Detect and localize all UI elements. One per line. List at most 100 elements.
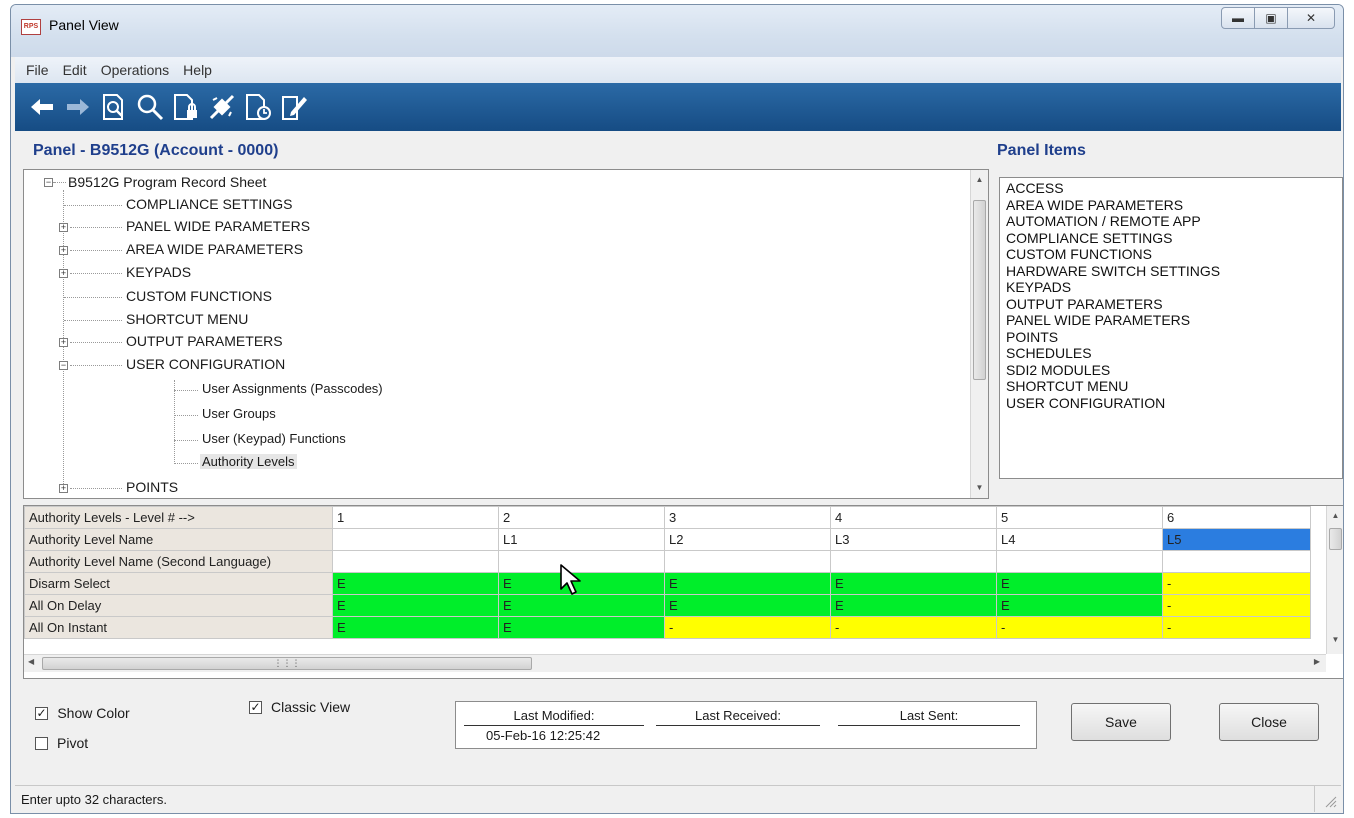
scroll-right-icon[interactable]: ▶ (1314, 657, 1320, 666)
list-item[interactable]: OUTPUT PARAMETERS (1006, 296, 1336, 313)
grid-cell[interactable] (1162, 550, 1311, 573)
tree-item-shortcut-menu[interactable]: SHORTCUT MENU (126, 311, 248, 327)
tree-item-authority-levels[interactable]: Authority Levels (200, 454, 297, 469)
scroll-thumb[interactable] (1329, 528, 1342, 550)
scroll-down-icon[interactable]: ▼ (971, 480, 988, 496)
classic-view-label[interactable]: Classic View (271, 699, 350, 715)
tree-item-user-assignments[interactable]: User Assignments (Passcodes) (202, 381, 383, 396)
forward-arrow-icon[interactable] (61, 90, 95, 124)
list-item[interactable]: POINTS (1006, 329, 1336, 346)
edit-icon[interactable] (277, 90, 311, 124)
expand-toggle-icon[interactable]: + (59, 246, 68, 255)
tree-item-output-parameters[interactable]: OUTPUT PARAMETERS (126, 333, 283, 349)
menu-operations[interactable]: Operations (94, 62, 176, 78)
close-window-button[interactable]: ✕ (1287, 7, 1335, 29)
grid-cell[interactable]: L1 (498, 528, 665, 551)
grid-cell[interactable]: E (664, 572, 831, 595)
resize-grip-icon[interactable] (1323, 794, 1337, 808)
menu-file[interactable]: File (19, 62, 56, 78)
panel-items-list[interactable]: ACCESS AREA WIDE PARAMETERS AUTOMATION /… (999, 177, 1343, 479)
scroll-up-icon[interactable]: ▲ (971, 172, 988, 188)
grid-cell[interactable]: E (332, 594, 499, 617)
collapse-toggle-icon[interactable]: − (44, 178, 53, 187)
menu-help[interactable]: Help (176, 62, 219, 78)
close-button[interactable]: Close (1219, 703, 1319, 741)
list-item[interactable]: USER CONFIGURATION (1006, 395, 1336, 412)
list-item[interactable]: AUTOMATION / REMOTE APP (1006, 213, 1336, 230)
list-item[interactable]: ACCESS (1006, 180, 1336, 197)
tree-item-area-wide-parameters[interactable]: AREA WIDE PARAMETERS (126, 241, 303, 257)
list-item[interactable]: SCHEDULES (1006, 345, 1336, 362)
list-item[interactable]: PANEL WIDE PARAMETERS (1006, 312, 1336, 329)
minimize-button[interactable]: ▬ (1221, 7, 1255, 29)
list-item[interactable]: KEYPADS (1006, 279, 1336, 296)
expand-toggle-icon[interactable]: + (59, 338, 68, 347)
scroll-thumb[interactable]: ⋮⋮⋮ (42, 657, 532, 670)
grid-cell[interactable]: - (1162, 616, 1311, 639)
grid-cell[interactable]: - (1162, 594, 1311, 617)
tree-item-user-groups[interactable]: User Groups (202, 406, 276, 421)
grid-cell[interactable]: E (332, 572, 499, 595)
grid-cell[interactable] (332, 528, 499, 551)
back-arrow-icon[interactable] (25, 90, 59, 124)
grid-cell[interactable]: E (498, 616, 665, 639)
grid-cell[interactable] (996, 550, 1163, 573)
connect-icon[interactable] (205, 90, 239, 124)
title-bar[interactable]: RPS Panel View ▬ ▣ ✕ (11, 5, 1343, 57)
grid-cell[interactable]: L4 (996, 528, 1163, 551)
pivot-checkbox[interactable] (35, 737, 48, 750)
list-item[interactable]: COMPLIANCE SETTINGS (1006, 230, 1336, 247)
scroll-down-icon[interactable]: ▼ (1327, 632, 1343, 648)
grid-cell[interactable]: E (830, 594, 997, 617)
expand-toggle-icon[interactable]: + (59, 223, 68, 232)
list-item[interactable]: AREA WIDE PARAMETERS (1006, 197, 1336, 214)
tree-item-panel-wide-parameters[interactable]: PANEL WIDE PARAMETERS (126, 218, 310, 234)
grid-cell[interactable]: - (1162, 572, 1311, 595)
authority-levels-grid[interactable]: Authority Levels - Level # --> 1 2 3 4 5… (23, 505, 1343, 679)
classic-view-checkbox[interactable]: ✓ (249, 701, 262, 714)
scroll-up-icon[interactable]: ▲ (1327, 508, 1343, 524)
list-item[interactable]: SHORTCUT MENU (1006, 378, 1336, 395)
grid-cell[interactable]: E (498, 594, 665, 617)
history-icon[interactable] (241, 90, 275, 124)
grid-cell[interactable] (830, 550, 997, 573)
tree-vertical-scrollbar[interactable]: ▲ ▼ (970, 170, 988, 498)
tree-root[interactable]: B9512G Program Record Sheet (68, 174, 266, 190)
grid-cell[interactable] (664, 550, 831, 573)
program-tree[interactable]: − B9512G Program Record Sheet COMPLIANCE… (23, 169, 989, 499)
grid-cell[interactable]: - (664, 616, 831, 639)
lock-document-icon[interactable] (169, 90, 203, 124)
scroll-thumb[interactable] (973, 200, 986, 380)
pivot-label[interactable]: Pivot (57, 735, 88, 751)
tree-item-user-configuration[interactable]: USER CONFIGURATION (126, 356, 285, 372)
grid-cell[interactable]: E (996, 594, 1163, 617)
show-color-checkbox[interactable]: ✓ (35, 707, 48, 720)
grid-cell[interactable]: - (996, 616, 1163, 639)
list-item[interactable]: HARDWARE SWITCH SETTINGS (1006, 263, 1336, 280)
grid-cell[interactable]: E (830, 572, 997, 595)
tree-item-points[interactable]: POINTS (126, 479, 178, 495)
collapse-toggle-icon[interactable]: − (59, 361, 68, 370)
grid-cell[interactable]: L3 (830, 528, 997, 551)
tree-item-compliance-settings[interactable]: COMPLIANCE SETTINGS (126, 196, 292, 212)
list-item[interactable]: CUSTOM FUNCTIONS (1006, 246, 1336, 263)
grid-cell[interactable] (332, 550, 499, 573)
tree-item-user-keypad-functions[interactable]: User (Keypad) Functions (202, 431, 346, 446)
expand-toggle-icon[interactable]: + (59, 269, 68, 278)
maximize-button[interactable]: ▣ (1254, 7, 1288, 29)
grid-cell[interactable]: E (664, 594, 831, 617)
list-item[interactable]: SDI2 MODULES (1006, 362, 1336, 379)
grid-horizontal-scrollbar[interactable]: ◀ ⋮⋮⋮ ▶ (24, 654, 1326, 672)
grid-cell[interactable]: E (332, 616, 499, 639)
grid-cell[interactable]: - (830, 616, 997, 639)
preview-icon[interactable] (97, 90, 131, 124)
tree-item-custom-functions[interactable]: CUSTOM FUNCTIONS (126, 288, 272, 304)
expand-toggle-icon[interactable]: + (59, 484, 68, 493)
show-color-label[interactable]: SShow Color (57, 705, 130, 721)
search-icon[interactable] (133, 90, 167, 124)
menu-edit[interactable]: Edit (56, 62, 94, 78)
grid-cell[interactable]: E (996, 572, 1163, 595)
scroll-left-icon[interactable]: ◀ (28, 657, 34, 666)
save-button[interactable]: Save (1071, 703, 1171, 741)
tree-item-keypads[interactable]: KEYPADS (126, 264, 191, 280)
